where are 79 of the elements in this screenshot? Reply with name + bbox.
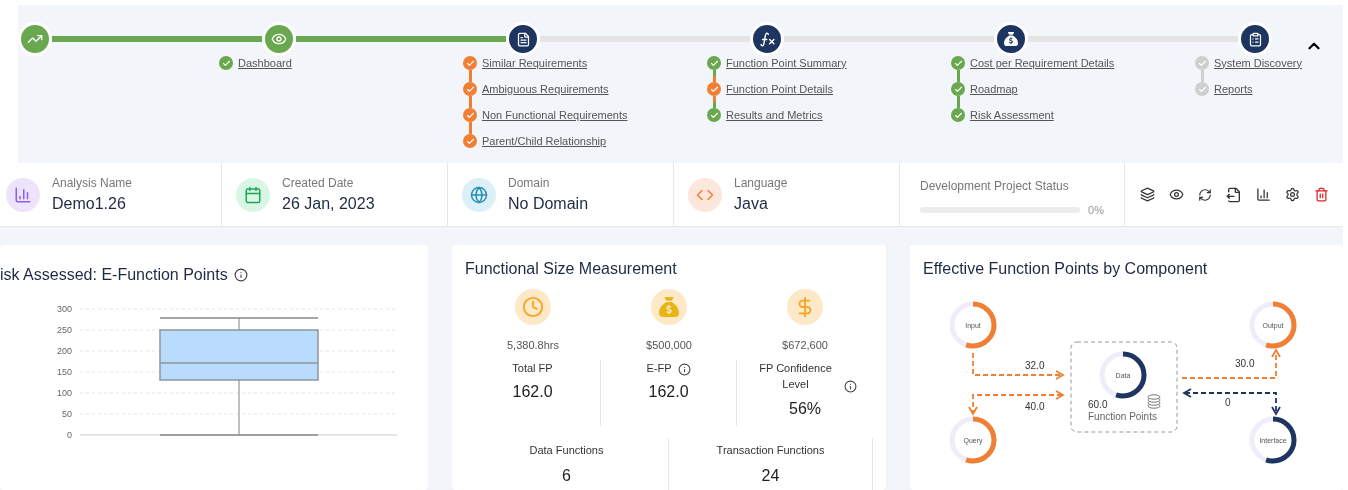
report-icon[interactable] — [1255, 187, 1271, 202]
step-link[interactable]: Similar Requirements — [482, 54, 588, 72]
axis-tick-label: 50 — [62, 409, 72, 419]
money-bag-icon — [659, 297, 679, 317]
card-title: Functional Size Measurement — [465, 259, 678, 279]
progress-reading: 0% — [1088, 203, 1104, 218]
count-label: Data Functions — [529, 442, 604, 458]
step-node[interactable] — [994, 22, 1028, 56]
step-link[interactable]: Function Point Summary — [726, 54, 847, 72]
step-link[interactable]: Roadmap — [970, 80, 1018, 98]
eye-icon[interactable] — [1168, 187, 1184, 202]
step-link[interactable]: System Discovery — [1214, 54, 1303, 72]
step-link[interactable]: Reports — [1214, 80, 1253, 98]
flow-label: 0 — [1225, 397, 1231, 408]
count-value: 24 — [761, 466, 780, 486]
chart-icon — [14, 185, 32, 204]
step-link[interactable]: Dashboard — [238, 54, 292, 72]
step-node[interactable] — [750, 22, 784, 56]
count-value: 6 — [562, 466, 571, 486]
field-value: No Domain — [508, 193, 589, 214]
data-caption: Function Points — [1088, 411, 1157, 422]
step-link[interactable]: Function Point Details — [726, 80, 833, 98]
cost-value: 5,380.8hrs — [507, 338, 559, 353]
axis-tick-label: 300 — [56, 304, 72, 314]
metric-label: FP Confidence Level — [758, 360, 833, 392]
database-icon — [1147, 394, 1161, 409]
eye-icon — [271, 31, 287, 47]
clipboard-icon — [1247, 31, 1263, 47]
globe-icon — [470, 185, 488, 204]
layers-icon[interactable] — [1139, 187, 1155, 202]
field-label: Domain — [508, 174, 551, 192]
step-link[interactable]: Cost per Requirement Details — [970, 54, 1115, 72]
axis-tick-label: 100 — [56, 388, 72, 398]
step-link[interactable]: Non Functional Requirements — [482, 106, 628, 124]
step-link[interactable]: Risk Assessment — [970, 106, 1054, 124]
info-icon[interactable] — [843, 379, 857, 393]
flow-label: 30.0 — [1235, 358, 1255, 369]
field-label: Development Project Status — [920, 178, 1070, 195]
card-title: isk Assessed: E-Function Points — [0, 265, 228, 285]
flow-label: 40.0 — [1025, 401, 1045, 412]
delete-icon[interactable] — [1313, 187, 1329, 202]
cost-value: $500,000 — [646, 338, 692, 353]
step-node[interactable] — [262, 22, 296, 56]
info-icon[interactable] — [233, 268, 248, 282]
axis-tick-label: 150 — [56, 367, 72, 377]
metric-label: E-FP — [646, 360, 672, 376]
field-label: Created Date — [282, 174, 355, 192]
axis-tick-label: 250 — [56, 325, 72, 335]
metric-value: 162.0 — [648, 382, 689, 402]
field-value: Demo1.26 — [52, 193, 127, 214]
step-node[interactable] — [18, 22, 52, 56]
step-node[interactable] — [506, 22, 540, 56]
data-value: 60.0 — [1088, 399, 1108, 410]
metric-value: 162.0 — [512, 382, 553, 402]
step-link[interactable]: Ambiguous Requirements — [482, 80, 609, 98]
document-icon — [515, 31, 531, 47]
axis-tick-label: 200 — [56, 346, 72, 356]
cost-value: $672,600 — [782, 338, 828, 353]
function-icon — [758, 30, 776, 48]
step-link[interactable]: Parent/Child Relationship — [482, 132, 607, 150]
settings-icon[interactable] — [1284, 187, 1300, 202]
money-bag-icon — [1004, 32, 1018, 46]
axis-tick-label: 0 — [67, 430, 72, 440]
step-link[interactable]: Results and Metrics — [726, 106, 823, 124]
metric-label: Total FP — [512, 360, 553, 376]
step-node[interactable] — [1238, 22, 1272, 56]
flow-label: 32.0 — [1025, 360, 1045, 371]
card-title: Effective Function Points by Component — [923, 259, 1209, 279]
refresh-icon[interactable] — [1197, 187, 1212, 202]
field-value: Java — [734, 193, 769, 214]
info-icon[interactable] — [677, 363, 691, 376]
field-label: Analysis Name — [52, 174, 133, 192]
count-label: Transaction Functions — [716, 442, 825, 458]
export-icon[interactable] — [1225, 186, 1242, 203]
field-label: Language — [734, 174, 788, 192]
calendar-icon — [244, 185, 262, 204]
clock-icon — [522, 296, 544, 318]
metric-value: 56% — [789, 398, 822, 419]
field-value: 26 Jan, 2023 — [282, 193, 375, 214]
